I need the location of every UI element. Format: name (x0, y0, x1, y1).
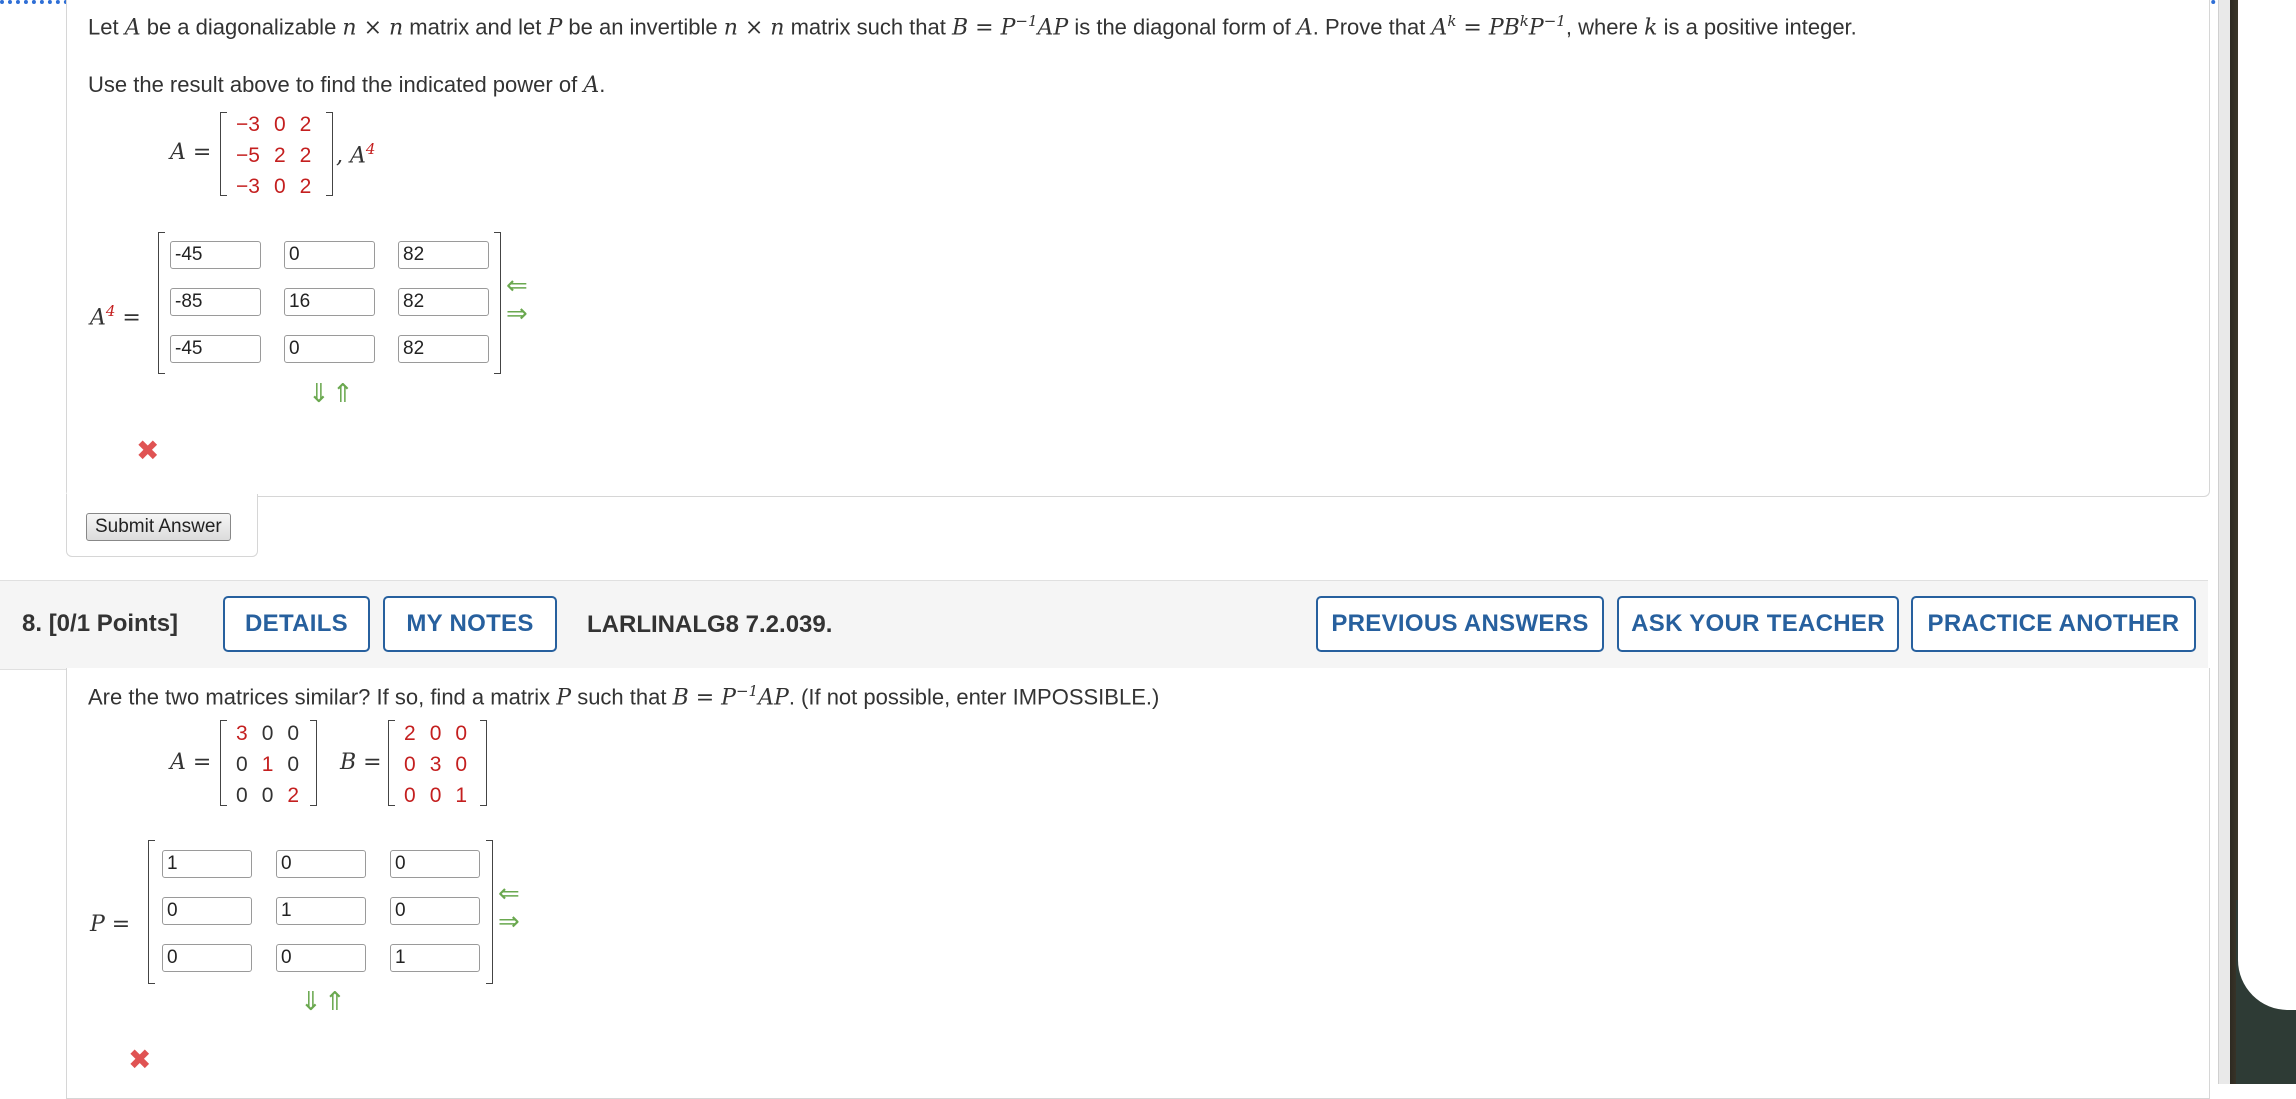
p-matrix-label: P = (90, 912, 131, 937)
card-join (67, 490, 255, 498)
matrix-b-cell: 2 (404, 722, 416, 745)
p-answer-cell[interactable] (162, 944, 252, 972)
matrix-b-cell: 0 (404, 784, 416, 807)
matrix-b-left-bracket (388, 720, 395, 806)
practice-another-button[interactable]: PRACTICE ANOTHER (1911, 596, 2196, 652)
matrix-a-label: A = (170, 750, 212, 775)
matrix-a-values: −3 0 2 −5 2 2 −3 0 2 (236, 112, 311, 199)
p-answer-cell[interactable] (276, 944, 366, 972)
matrix-b-cell: 3 (429, 753, 442, 776)
matrix-a-cell: 2 (299, 144, 312, 167)
remove-row-arrow-icon[interactable]: ⇑ (332, 380, 354, 406)
ask-your-teacher-button[interactable]: ASK YOUR TEACHER (1617, 596, 1899, 652)
matrix-a-left-bracket (220, 720, 227, 806)
details-button[interactable]: DETAILS (223, 596, 370, 652)
remove-row-arrow-icon[interactable]: ⇑ (324, 988, 346, 1014)
matrix-a-cell: 0 (236, 753, 248, 776)
matrix-a-cell: 0 (261, 722, 274, 745)
question-8-prompt: Are the two matrices similar? If so, fin… (88, 682, 1160, 711)
matrix-a-cell: 2 (299, 175, 312, 198)
matrix-a-cell: −3 (236, 113, 260, 136)
matrix-a-cell: 0 (273, 175, 286, 198)
question-8-title: 8. [0/1 Points] (22, 610, 179, 637)
matrix-a-cell: 0 (261, 784, 274, 807)
matrix-a-right-bracket (310, 720, 317, 806)
remove-column-arrow-icon[interactable]: ⇐ (506, 272, 528, 298)
matrix-a-cell: 2 (299, 113, 312, 136)
p-answer-cell[interactable] (390, 897, 480, 925)
answer-cell[interactable] (170, 288, 261, 316)
matrix-b-cell: 0 (455, 722, 468, 745)
add-column-arrow-icon[interactable]: ⇒ (506, 300, 528, 326)
my-notes-button[interactable]: MY NOTES (383, 596, 557, 652)
p-answer-cell[interactable] (390, 944, 480, 972)
p-answer-cell[interactable] (162, 897, 252, 925)
matrix-b-cell: 0 (429, 722, 442, 745)
matrix-a-label: A = (170, 140, 212, 165)
add-column-arrow-icon[interactable]: ⇒ (498, 908, 520, 934)
p-answer-cell[interactable] (162, 850, 252, 878)
matrix-a-left-bracket (220, 112, 227, 196)
answer-cell[interactable] (398, 241, 489, 269)
matrix-a-cell: 0 (273, 113, 286, 136)
wrong-answer-icon: ✖ (136, 435, 160, 466)
matrix-b-cell: 0 (455, 753, 468, 776)
previous-answers-button[interactable]: PREVIOUS ANSWERS (1316, 596, 1604, 652)
question-code: LARLINALG8 7.2.039. (587, 611, 833, 638)
matrix-a-cell: −5 (236, 144, 260, 167)
answer-cell[interactable] (398, 288, 489, 316)
matrix-b-right-bracket (480, 720, 487, 806)
answer-cell[interactable] (284, 288, 375, 316)
matrix-a-cell: 0 (287, 722, 300, 745)
matrix-b-cell: 0 (429, 784, 442, 807)
matrix-a-cell: 1 (261, 753, 274, 776)
answer-cell[interactable] (284, 241, 375, 269)
matrix-a-cell: 0 (236, 784, 248, 807)
add-row-arrow-icon[interactable]: ⇓ (300, 988, 322, 1014)
matrix-a-values: 300 010 002 (236, 721, 299, 808)
question-7-statement: Let A be a diagonalizable n × n matrix a… (88, 12, 1857, 41)
p-matrix-right-bracket (486, 840, 493, 984)
matrix-b-values: 200 030 001 (404, 721, 467, 808)
matrix-a-cell: 0 (287, 753, 300, 776)
answer-cell[interactable] (398, 335, 489, 363)
answer-cell[interactable] (170, 335, 261, 363)
add-row-arrow-icon[interactable]: ⇓ (308, 380, 330, 406)
answer-matrix-left-bracket (158, 232, 165, 374)
matrix-a-right-bracket (326, 112, 333, 196)
question-7-instruction: Use the result above to find the indicat… (88, 72, 606, 98)
wrong-answer-icon: ✖ (128, 1044, 152, 1075)
matrix-b-label: B = (340, 750, 382, 775)
answer-label: A4 = (90, 302, 141, 331)
matrix-a-cell: −3 (236, 175, 260, 198)
answer-matrix-right-bracket (494, 232, 501, 374)
answer-cell[interactable] (170, 241, 261, 269)
matrix-b-cell: 1 (455, 784, 468, 807)
p-answer-cell[interactable] (276, 897, 366, 925)
side-window-panel (2238, 0, 2296, 1010)
p-answer-cell[interactable] (276, 850, 366, 878)
p-answer-cell[interactable] (390, 850, 480, 878)
submit-answer-button[interactable]: Submit Answer (86, 513, 231, 541)
matrix-b-cell: 0 (404, 753, 416, 776)
matrix-a-cell: 3 (236, 722, 248, 745)
answer-cell[interactable] (284, 335, 375, 363)
matrix-a-cell: 2 (287, 784, 300, 807)
power-label: , A4 (336, 140, 376, 169)
matrix-a-cell: 2 (273, 144, 286, 167)
p-matrix-left-bracket (148, 840, 155, 984)
remove-column-arrow-icon[interactable]: ⇐ (498, 880, 520, 906)
